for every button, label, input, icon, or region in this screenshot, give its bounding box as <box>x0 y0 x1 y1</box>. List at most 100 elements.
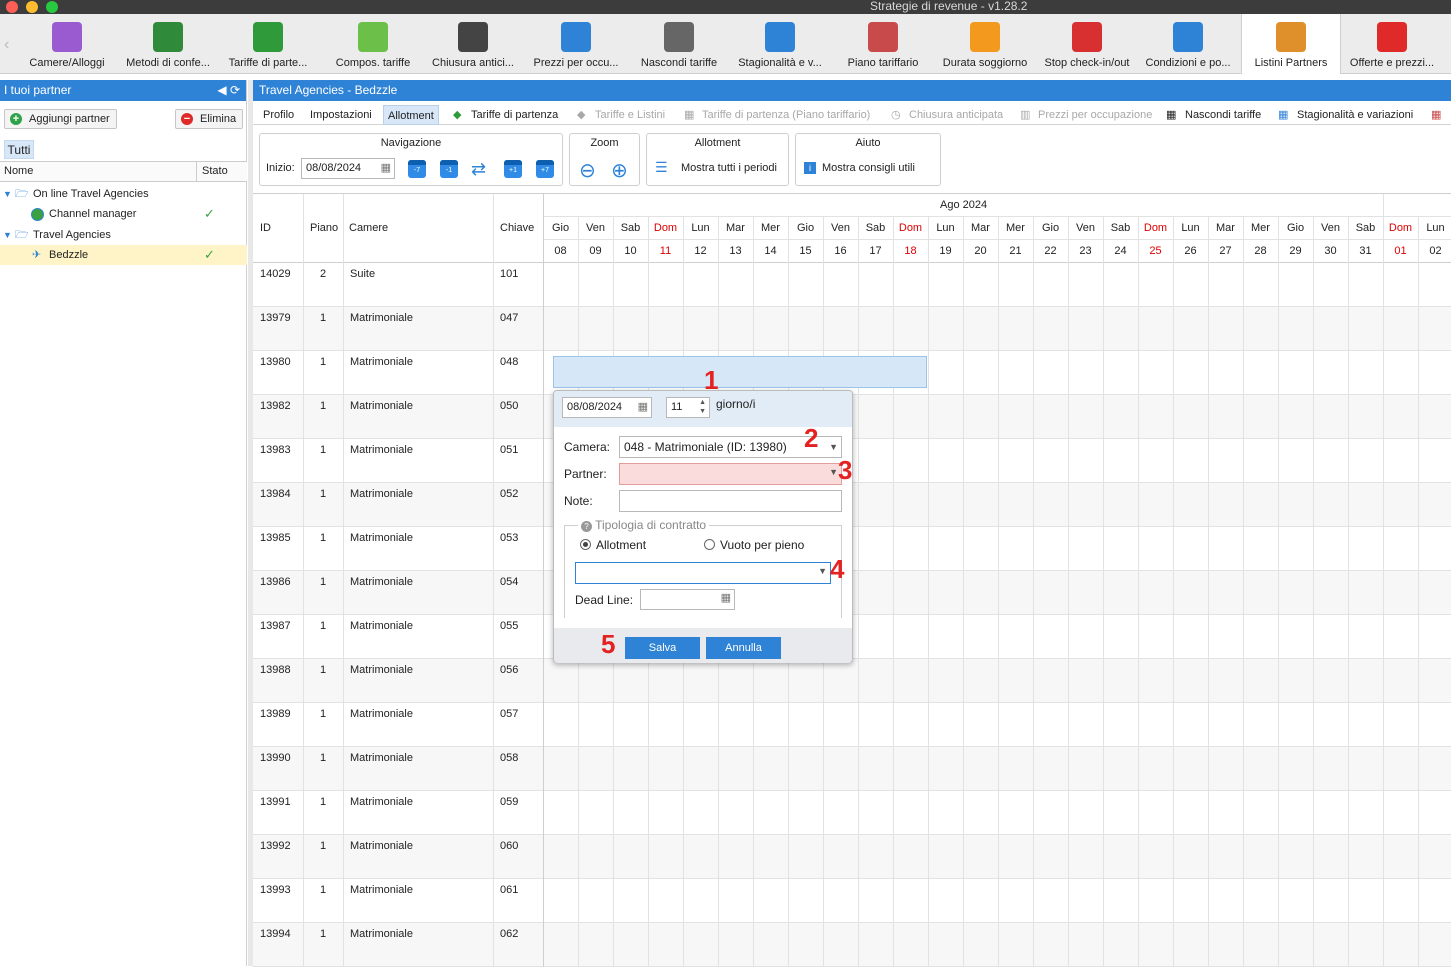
toolbar-label: Piano tariffario <box>847 57 919 69</box>
radio-allotment[interactable] <box>580 539 591 550</box>
toolbar-tag-button[interactable]: Tariffe di parte... <box>218 14 318 74</box>
swap-arrows-icon[interactable]: ⇄ <box>471 159 486 180</box>
day-name: Gio <box>1286 222 1305 234</box>
cell-floor: 1 <box>320 444 327 456</box>
delete-partner-button[interactable]: − Elimina <box>175 109 244 129</box>
stepper-arrows-icon[interactable]: ▲ ▼ <box>699 398 706 416</box>
tree-item-bedzzle[interactable]: ✈ Bedzzle ✓ <box>0 245 247 265</box>
tab-profilo[interactable]: Profilo <box>263 105 294 125</box>
expand-arrow-icon[interactable]: ▼ <box>3 225 12 245</box>
minimize-window-button[interactable] <box>26 1 38 13</box>
table-row[interactable]: 13994 1 Matrimoniale 062 <box>253 923 1451 967</box>
toolbar-bed-button[interactable]: Camere/Alloggi <box>17 14 117 74</box>
day-number: 24 <box>1114 245 1127 257</box>
day-name: Ven <box>1321 222 1340 234</box>
table-row[interactable]: 13988 1 Matrimoniale 056 <box>253 659 1451 703</box>
cell-room: Matrimoniale <box>350 620 413 632</box>
tab-chiusura-anticipata[interactable]: Chiusura anticipata <box>909 105 1003 125</box>
show-all-periods-button[interactable]: Mostra tutti i periodi <box>681 162 777 174</box>
partner-select[interactable]: ▼ <box>619 463 842 485</box>
airplane-icon: ✈ <box>32 249 42 261</box>
tree-item-online-travel-agencies[interactable]: ▼ 🗁 On line Travel Agencies <box>0 184 247 204</box>
day-number: 15 <box>799 245 812 257</box>
toolbar-bar-chart-button[interactable]: Prezzi per occu... <box>526 14 626 74</box>
toolbar-document-button[interactable]: Condizioni e po... <box>1138 14 1238 74</box>
back-7-days-button[interactable]: -7 <box>408 160 426 178</box>
col-name[interactable]: Nome <box>4 165 33 177</box>
refresh-icon[interactable]: ⟳ <box>230 83 240 97</box>
col-status[interactable]: Stato <box>202 165 228 177</box>
table-row[interactable]: 14029 2 Suite 101 <box>253 263 1451 307</box>
toolbar-hide-calendar-button[interactable]: Nascondi tariffe <box>629 14 729 74</box>
toolbar-stop-calendar-button[interactable]: Stop check-in/out <box>1037 14 1137 74</box>
zoom-window-button[interactable] <box>46 1 58 13</box>
show-tips-button[interactable]: Mostra consigli utili <box>822 162 915 174</box>
calendar-icon[interactable]: ▦ <box>381 159 391 178</box>
filter-tab-all[interactable]: Tutti <box>4 140 34 159</box>
tab-tariffe-e-listini[interactable]: Tariffe e Listini <box>595 105 665 125</box>
zoom-in-icon[interactable]: ⊕ <box>611 158 628 183</box>
day-name: Gio <box>796 222 815 234</box>
table-row[interactable]: 13993 1 Matrimoniale 061 <box>253 879 1451 923</box>
calendar-icon[interactable]: ▦ <box>638 398 648 417</box>
zoom-out-icon[interactable]: ⊖ <box>579 158 596 183</box>
forward-7-days-button[interactable]: +7 <box>536 160 554 178</box>
toolbar-season-calendar-button[interactable]: Stagionalità e v... <box>730 14 830 74</box>
cell-key: 058 <box>500 752 519 764</box>
day-number: 21 <box>1009 245 1022 257</box>
toolbar-grid-calendar-button[interactable]: Piano tariffario <box>833 14 933 74</box>
toolbar-handshake-button[interactable]: Listini Partners <box>1241 14 1341 74</box>
save-button[interactable]: Salva <box>625 637 700 659</box>
expand-arrow-icon[interactable]: ▼ <box>3 184 12 204</box>
chevron-down-icon[interactable]: ▼ <box>829 437 838 457</box>
start-date-input[interactable]: 08/08/2024 ▦ <box>301 158 395 179</box>
tab-prezzi-per-occupazione[interactable]: Prezzi per occupazione <box>1038 105 1152 125</box>
table-row[interactable]: 13989 1 Matrimoniale 057 <box>253 703 1451 747</box>
start-date-field[interactable]: 08/08/2024 ▦ <box>562 397 652 418</box>
tab-impostazioni[interactable]: Impostazioni <box>310 105 372 125</box>
tree-item-label: On line Travel Agencies <box>33 188 149 200</box>
table-row[interactable]: 13992 1 Matrimoniale 060 <box>253 835 1451 879</box>
sub-tabs: Profilo Impostazioni Allotment ◆ Tariffe… <box>253 105 1451 125</box>
cell-floor: 1 <box>320 356 327 368</box>
note-input[interactable] <box>619 490 842 512</box>
day-name: Sab <box>620 222 641 234</box>
day-name: Sab <box>865 222 886 234</box>
days-stepper[interactable]: 11 ▲ ▼ <box>666 397 710 418</box>
selection-range[interactable] <box>553 356 927 388</box>
day-number: 29 <box>1289 245 1302 257</box>
forward-1-day-button[interactable]: +1 <box>504 160 522 178</box>
navigation-title: Navigazione <box>380 137 442 149</box>
day-number: 26 <box>1184 245 1197 257</box>
back-arrow-icon[interactable]: ‹ <box>4 36 9 54</box>
add-partner-button[interactable]: + Aggiungi partner <box>4 109 117 129</box>
tree-item-channel-manager[interactable]: Channel manager ✓ <box>0 204 247 224</box>
tree-item-travel-agencies[interactable]: ▼ 🗁 Travel Agencies <box>0 225 247 245</box>
toolbar-puzzle-button[interactable]: Compos. tariffe <box>323 14 423 74</box>
cancel-button[interactable]: Annulla <box>706 637 781 659</box>
table-row[interactable]: 13990 1 Matrimoniale 058 <box>253 747 1451 791</box>
tab-allotment[interactable]: Allotment <box>383 105 439 125</box>
deadline-input[interactable]: ▦ <box>640 589 735 610</box>
cell-id: 13992 <box>260 840 291 852</box>
table-row[interactable]: 13991 1 Matrimoniale 059 <box>253 791 1451 835</box>
tab-stagionalita[interactable]: Stagionalità e variazioni <box>1297 105 1413 125</box>
close-window-button[interactable] <box>6 1 18 13</box>
tab-piano-tariffario[interactable]: Tariffe di partenza (Piano tariffario) <box>702 105 870 125</box>
radio-vuoto-per-pieno[interactable] <box>704 539 715 550</box>
table-row[interactable]: 13979 1 Matrimoniale 047 <box>253 307 1451 351</box>
calendar-icon[interactable]: ▦ <box>721 591 731 604</box>
toolbar-discount-button[interactable]: Offerte e prezzi... <box>1342 14 1442 74</box>
collapse-icon[interactable]: ◀ <box>217 83 226 97</box>
toolbar-duration-calendar-button[interactable]: Durata soggiorno <box>935 14 1035 74</box>
tab-nascondi-tariffe[interactable]: Nascondi tariffe <box>1185 105 1261 125</box>
contract-select[interactable]: ▼ <box>575 562 831 584</box>
toolbar-money-button[interactable]: Metodi di confe... <box>118 14 218 74</box>
back-1-day-button[interactable]: -1 <box>440 160 458 178</box>
chevron-down-icon[interactable]: ▼ <box>818 566 827 576</box>
chevron-down-icon[interactable]: ▼ <box>829 467 838 477</box>
day-name: Dom <box>898 222 923 234</box>
toolbar-stopwatch-button[interactable]: Chiusura antici... <box>423 14 523 74</box>
folder-icon: 🗁 <box>15 188 29 200</box>
tab-tariffe-di-partenza[interactable]: Tariffe di partenza <box>471 105 558 125</box>
